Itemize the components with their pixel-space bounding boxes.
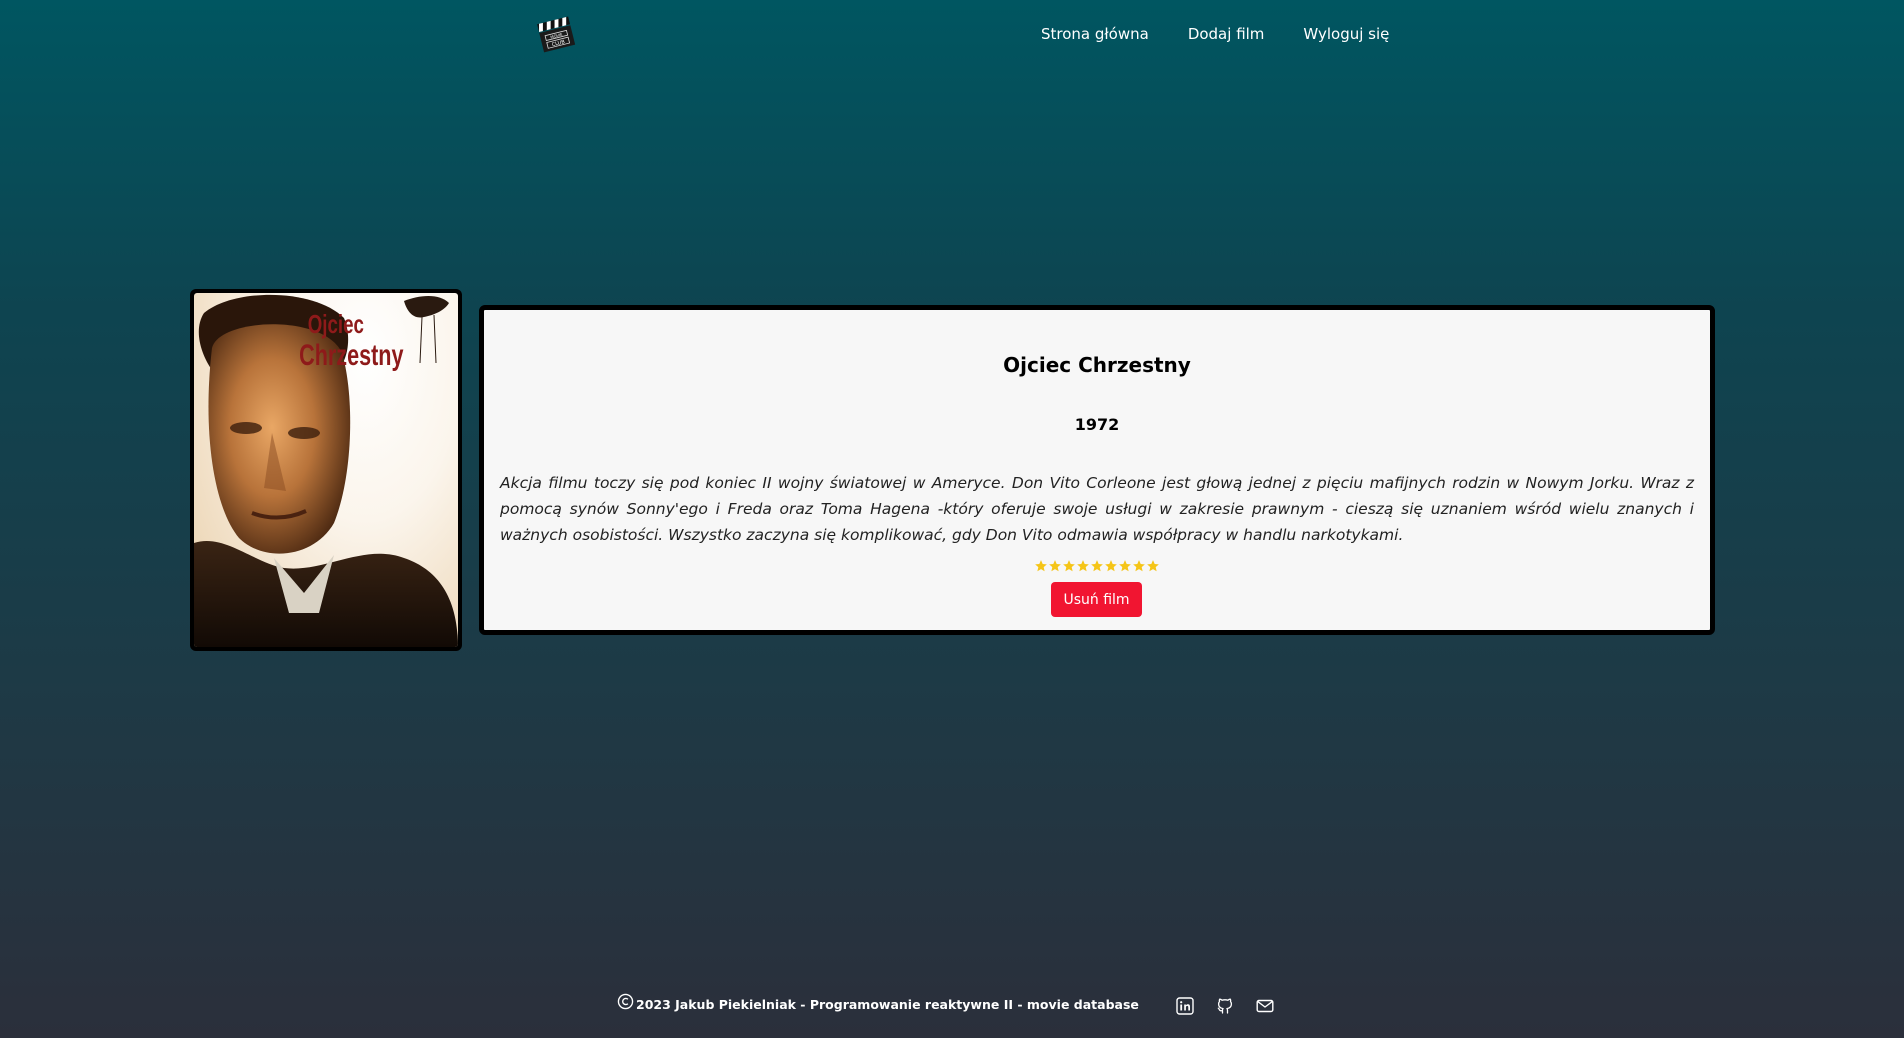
star-icon (1119, 560, 1131, 572)
poster-title-line2: Chrzestny (299, 337, 404, 371)
star-icon (1147, 560, 1159, 572)
footer: 2023 Jakub Piekielniak - Programowanie r… (0, 988, 1904, 1038)
github-icon[interactable] (1216, 997, 1234, 1015)
movie-poster: Ojciec Chrzestny (190, 289, 462, 651)
poster-image: Ojciec Chrzestny (194, 293, 458, 647)
star-icon (1133, 560, 1145, 572)
nav-link-add-movie[interactable]: Dodaj film (1188, 24, 1265, 44)
copyright-text: 2023 Jakub Piekielniak - Programowanie r… (636, 997, 1139, 1012)
nav-link-home[interactable]: Strona główna (1041, 24, 1149, 44)
nav-link-logout[interactable]: Wyloguj się (1303, 24, 1389, 44)
star-icon (1105, 560, 1117, 572)
copyright: 2023 Jakub Piekielniak - Programowanie r… (617, 993, 1139, 1013)
movie-year: 1972 (1074, 415, 1120, 434)
star-icon (1063, 560, 1075, 572)
nav-links: Strona główna Dodaj film Wyloguj się (1041, 24, 1428, 44)
logo-clapperboard-icon[interactable]: MOVIE CLUB (532, 10, 580, 58)
star-icon (1091, 560, 1103, 572)
navbar: MOVIE CLUB Strona główna Dodaj film Wylo… (0, 0, 1904, 70)
movie-title: Ojciec Chrzestny (1003, 353, 1191, 377)
social-links (1176, 997, 1274, 1015)
movie-description: Akcja filmu toczy się pod koniec II wojn… (500, 474, 1694, 544)
star-icon (1077, 560, 1089, 572)
movie-details-card: Ojciec Chrzestny 1972 Akcja filmu toczy … (479, 305, 1715, 635)
delete-movie-button[interactable]: Usuń film (1051, 582, 1142, 617)
copyright-icon (617, 993, 634, 1010)
star-icon (1035, 560, 1047, 572)
star-icon (1049, 560, 1061, 572)
mail-icon[interactable] (1256, 997, 1274, 1015)
rating-stars (484, 559, 1710, 573)
linkedin-icon[interactable] (1176, 997, 1194, 1015)
poster-title-line1: Ojciec (308, 309, 364, 339)
